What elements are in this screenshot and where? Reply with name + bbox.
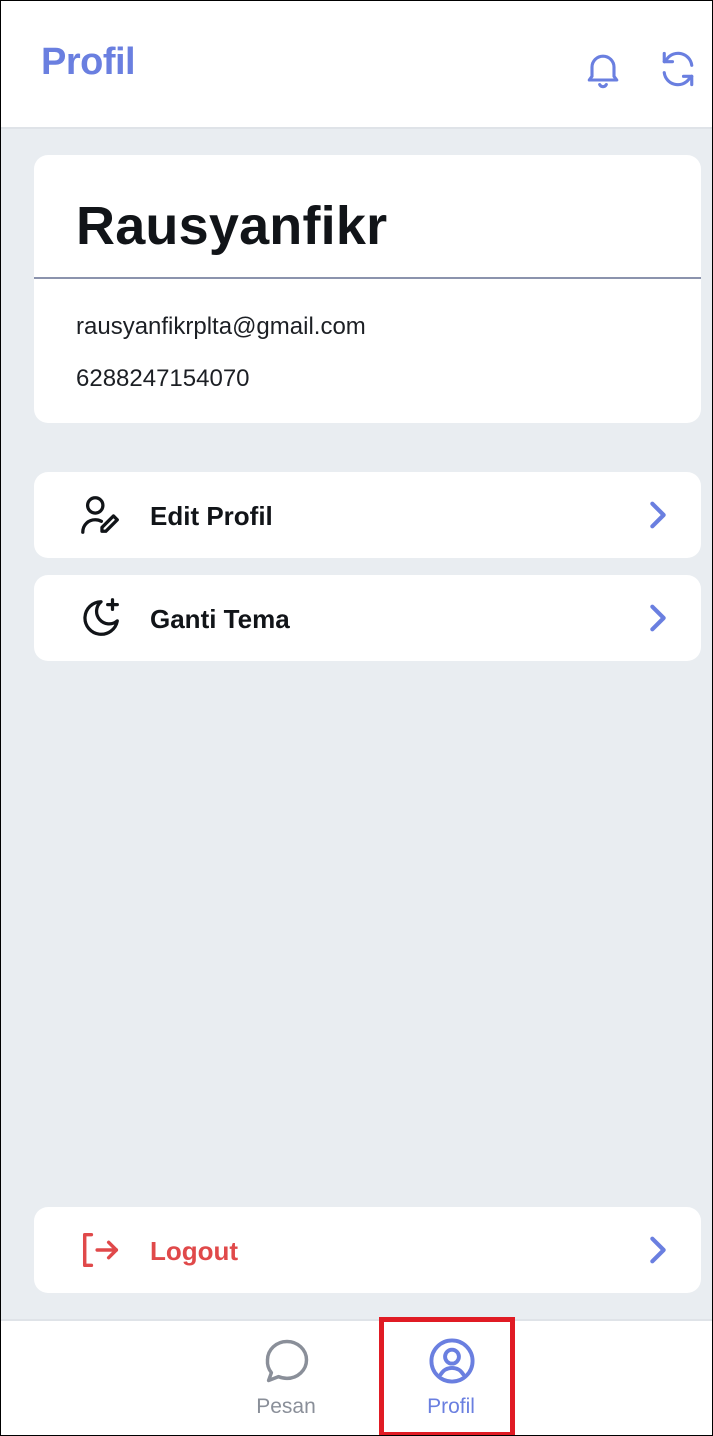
nav-label: Profil <box>427 1395 475 1418</box>
bottom-nav: Pesan Profil <box>1 1319 712 1435</box>
app-frame: Profil Rausyanfikr rausyanfikrplta@gmail… <box>0 0 713 1436</box>
user-edit-icon <box>81 496 119 534</box>
logout-icon <box>82 1232 119 1268</box>
logout-button[interactable]: Logout <box>34 1207 701 1293</box>
profile-divider <box>34 277 701 279</box>
logout-label: Logout <box>150 1236 239 1266</box>
moon-plus-icon <box>83 598 119 636</box>
chevron-right-icon <box>650 604 666 632</box>
bell-icon[interactable] <box>581 47 625 91</box>
page-title: Profil <box>41 41 136 83</box>
profile-email: rausyanfikrplta@gmail.com <box>76 313 366 340</box>
profile-name: Rausyanfikr <box>76 196 388 256</box>
menu-item-label: Ganti Tema <box>150 604 290 634</box>
chat-bubble-icon <box>265 1339 309 1383</box>
refresh-icon[interactable] <box>656 47 700 91</box>
nav-item-profil[interactable]: Profil <box>381 1321 521 1435</box>
nav-label: Pesan <box>256 1395 316 1418</box>
menu-item-ganti-tema[interactable]: Ganti Tema <box>34 575 701 661</box>
chevron-right-icon <box>650 501 666 529</box>
nav-item-pesan[interactable]: Pesan <box>216 1321 356 1435</box>
menu-item-edit-profil[interactable]: Edit Profil <box>34 472 701 558</box>
menu-item-label: Edit Profil <box>150 501 273 531</box>
top-app-bar: Profil <box>1 1 712 129</box>
profile-card: Rausyanfikr rausyanfikrplta@gmail.com 62… <box>34 155 701 423</box>
profile-phone: 6288247154070 <box>76 365 250 392</box>
user-circle-icon <box>429 1338 475 1384</box>
chevron-right-icon <box>650 1236 666 1264</box>
